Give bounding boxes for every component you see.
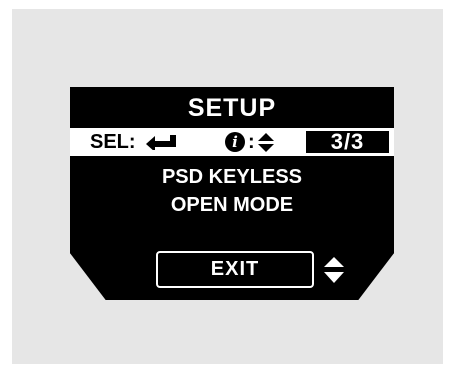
setting-message: PSD KEYLESS OPEN MODE xyxy=(70,163,394,219)
message-line-1: PSD KEYLESS xyxy=(161,166,303,188)
up-down-arrows-icon xyxy=(324,257,344,283)
vehicle-setup-display: SETUP SEL: i : 3/3 PSD KEYLESS OPEN MODE… xyxy=(70,87,394,300)
enter-arrow-icon xyxy=(146,135,176,150)
info-colon: : xyxy=(248,131,255,153)
screen-title: SETUP xyxy=(187,94,277,122)
up-down-arrows-icon xyxy=(258,133,274,152)
info-bar: SEL: i : 3/3 xyxy=(70,128,394,156)
exit-button[interactable]: EXIT xyxy=(156,251,314,288)
info-icon: i xyxy=(225,132,245,152)
page-indicator: 3/3 xyxy=(306,131,389,153)
message-line-2: OPEN MODE xyxy=(170,194,294,216)
select-label: SEL: xyxy=(90,131,136,153)
